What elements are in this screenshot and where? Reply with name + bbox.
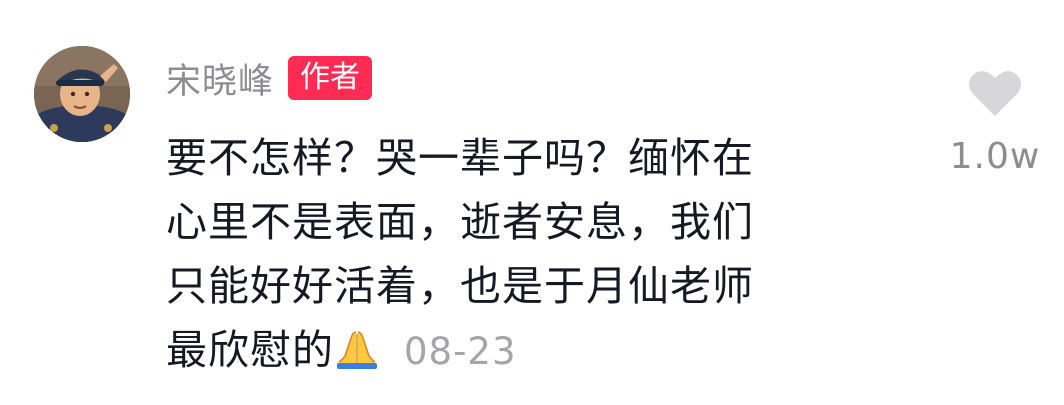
folded-hands-icon [337,331,377,369]
comment-text-line: 最欣慰的 [166,326,334,374]
comment-text-last-line: 最欣慰的 08-23 [166,318,906,384]
comment-text: 要不怎样？哭一辈子吗？缅怀在 心里不是表面，逝者安息，我们 只能好好活着，也是于… [166,126,906,384]
comment-text-line: 心里不是表面，逝者安息，我们 [166,198,754,246]
heart-icon[interactable] [967,68,1023,118]
timestamp: 08-23 [404,330,517,373]
username[interactable]: 宋晓峰 [166,53,274,104]
author-badge: 作者 [288,56,373,100]
like-count: 1.0w [949,136,1041,177]
avatar[interactable] [34,46,130,142]
avatar-image [34,46,130,142]
comment-text-line: 要不怎样？哭一辈子吗？缅怀在 [166,134,754,182]
like-area: 1.0w [940,68,1050,177]
comment-header: 宋晓峰 作者 [166,52,373,104]
comment-item: 宋晓峰 作者 要不怎样？哭一辈子吗？缅怀在 心里不是表面，逝者安息，我们 只能好… [0,0,1064,405]
comment-text-line: 只能好好活着，也是于月仙老师 [166,262,754,310]
